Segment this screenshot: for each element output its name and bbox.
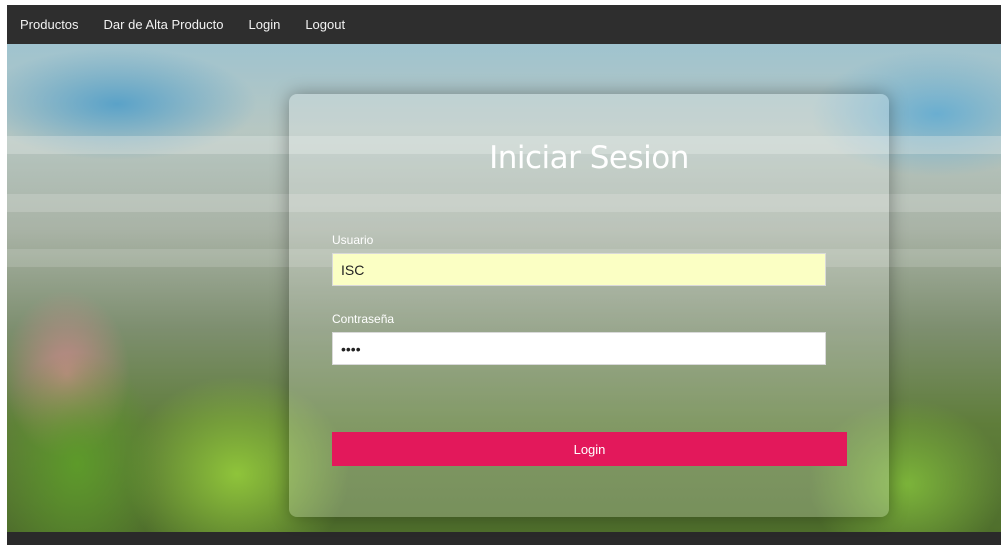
login-title: Iniciar Sesion	[489, 140, 689, 176]
top-navbar: Productos Dar de Alta Producto Login Log…	[7, 5, 1001, 44]
bottom-bar	[7, 532, 1001, 545]
login-card: Iniciar Sesion Usuario Contraseña Login	[289, 94, 889, 517]
nav-link-productos[interactable]: Productos	[20, 17, 79, 32]
nav-link-login[interactable]: Login	[249, 17, 281, 32]
password-input[interactable]	[332, 332, 826, 365]
browser-viewport: Productos Dar de Alta Producto Login Log…	[7, 5, 1001, 545]
password-label: Contraseña	[332, 312, 395, 326]
username-label: Usuario	[332, 233, 374, 247]
login-button[interactable]: Login	[332, 432, 847, 466]
nav-link-dar-de-alta-producto[interactable]: Dar de Alta Producto	[104, 17, 224, 32]
username-input[interactable]	[332, 253, 826, 286]
nav-link-logout[interactable]: Logout	[305, 17, 345, 32]
